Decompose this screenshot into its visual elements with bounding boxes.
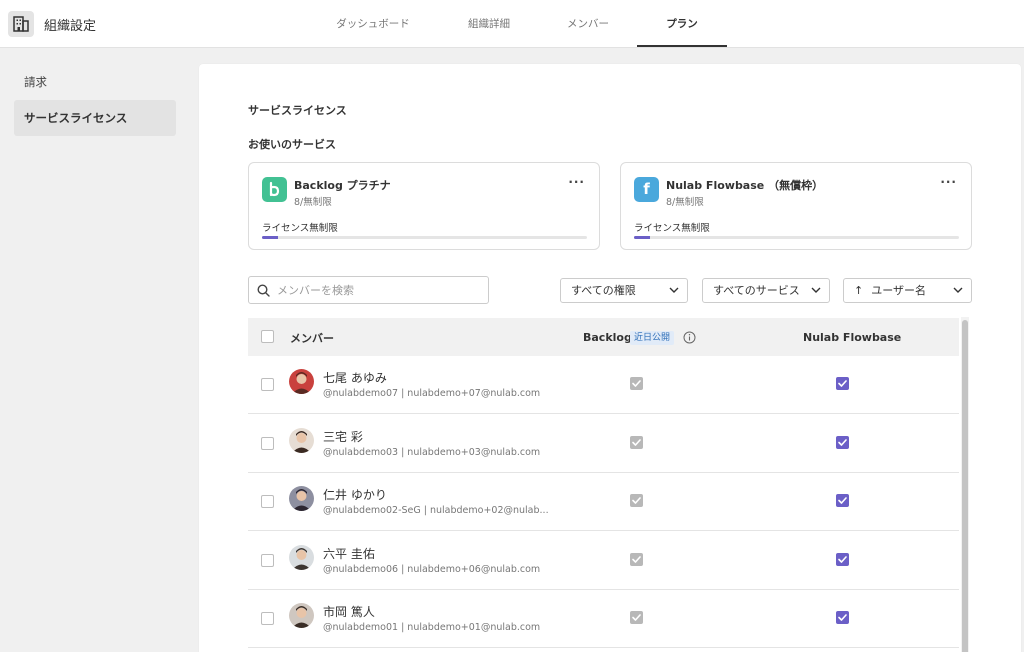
more-options-icon[interactable]: ···: [940, 175, 957, 189]
service-seat-count: 8/無制限: [294, 197, 332, 208]
member-name: 仁井 ゆかり: [323, 488, 387, 502]
sort-value: ユーザー名: [871, 284, 926, 297]
avatar: [289, 486, 314, 511]
member-id-email: @nulabdemo06 | nulabdemo+06@nulab.com: [323, 563, 541, 575]
section-title: サービスライセンス: [248, 104, 347, 117]
flowbase-license-checkbox[interactable]: [836, 435, 849, 449]
table-row: 仁井 ゆかり @nulabdemo02-SeG | nulabdemo+02@nu…: [248, 473, 959, 531]
member-name: 三宅 彩: [323, 429, 363, 444]
backlog-license-checkbox[interactable]: [630, 552, 643, 566]
row-select-checkbox[interactable]: [261, 553, 274, 567]
search-icon: [257, 284, 270, 297]
license-usage-bar: [634, 236, 959, 239]
table-row: 三宅 彩 @nulabdemo03 | nulabdemo+03@nulab.co…: [248, 414, 959, 473]
column-header-backlog: Backlog: [583, 331, 632, 344]
sort-ascending-icon: ↑: [854, 284, 864, 297]
backlog-license-checkbox[interactable]: [630, 611, 643, 624]
avatar: [289, 427, 314, 453]
service-card-backlog: Backlog プラチナ 8/無制限 ··· ライセンス無制限: [248, 162, 600, 250]
flowbase-logo-icon: f: [634, 177, 659, 202]
avatar: [289, 369, 314, 394]
services-title: お使いのサービス: [248, 138, 336, 151]
top-header: 組織設定 ダッシュボード 組織詳細 メンバー プラン: [0, 0, 1024, 48]
license-label: ライセンス無制限: [262, 223, 338, 234]
member-name: 市岡 篤人: [323, 605, 375, 619]
member-name: 七尾 あゆみ: [323, 371, 387, 385]
backlog-license-checkbox[interactable]: [630, 377, 643, 390]
license-usage-fill: [262, 236, 279, 239]
avatar: [289, 544, 314, 570]
member-id-email: @nulabdemo02-SeG | nulabdemo+02@nulab...: [323, 505, 549, 516]
tab-dashboard[interactable]: ダッシュボード: [336, 16, 410, 31]
building-icon: [8, 11, 34, 37]
page-title: 組織設定: [44, 19, 97, 34]
row-select-checkbox[interactable]: [261, 436, 274, 450]
backlog-license-checkbox[interactable]: [630, 494, 643, 507]
chevron-down-icon: [669, 287, 679, 293]
row-select-checkbox[interactable]: [261, 495, 274, 508]
service-name: Nulab Flowbase （無償枠）: [666, 179, 824, 192]
row-select-checkbox[interactable]: [261, 612, 274, 625]
active-tab-indicator: [637, 45, 727, 47]
service-seat-count: 8/無制限: [666, 197, 704, 208]
search-input[interactable]: [277, 281, 482, 299]
row-select-checkbox[interactable]: [261, 378, 274, 391]
flowbase-license-checkbox[interactable]: [836, 377, 849, 390]
member-name: 六平 圭佑: [323, 546, 375, 561]
sidebar-item-service-license[interactable]: サービスライセンス: [14, 100, 176, 136]
license-usage-bar: [262, 236, 587, 239]
info-icon[interactable]: [683, 331, 696, 344]
table-row: 市岡 篤人 @nulabdemo01 | nulabdemo+01@nulab.c…: [248, 590, 959, 648]
coming-soon-badge: 近日公開: [630, 331, 675, 345]
table-row: 七尾 あゆみ @nulabdemo07 | nulabdemo+07@nulab.…: [248, 356, 959, 414]
tab-org-details[interactable]: 組織詳細: [466, 16, 512, 31]
column-header-member: メンバー: [290, 332, 334, 345]
tab-plan[interactable]: プラン: [637, 16, 727, 31]
license-usage-fill: [634, 236, 651, 239]
member-search[interactable]: [248, 276, 489, 304]
role-filter-dropdown[interactable]: すべての権限: [560, 278, 688, 303]
chevron-down-icon: [811, 287, 821, 293]
avatar: [289, 603, 314, 628]
license-label: ライセンス無制限: [634, 223, 710, 234]
sidebar-item-billing[interactable]: 請求: [14, 64, 176, 100]
table-row: 六平 圭佑 @nulabdemo06 | nulabdemo+06@nulab.c…: [248, 531, 959, 590]
sort-dropdown[interactable]: ↑ ユーザー名: [843, 278, 972, 303]
member-id-email: @nulabdemo03 | nulabdemo+03@nulab.com: [323, 446, 541, 458]
scrollbar-thumb[interactable]: [962, 320, 968, 652]
table-header: メンバー Backlog 近日公開 Nulab Flowbase: [248, 318, 959, 356]
select-all-checkbox[interactable]: [261, 330, 274, 343]
flowbase-license-checkbox[interactable]: [836, 494, 849, 507]
role-filter-value: すべての権限: [571, 284, 636, 297]
service-card-flowbase: f Nulab Flowbase （無償枠） 8/無制限 ··· ライセンス無制…: [620, 162, 972, 250]
more-options-icon[interactable]: ···: [568, 175, 585, 189]
service-name: Backlog プラチナ: [294, 179, 391, 192]
column-header-flowbase: Nulab Flowbase: [803, 331, 902, 344]
tab-members[interactable]: メンバー: [566, 16, 610, 31]
member-id-email: @nulabdemo07 | nulabdemo+07@nulab.com: [323, 388, 541, 399]
chevron-down-icon: [953, 287, 963, 293]
service-filter-dropdown[interactable]: すべてのサービス: [702, 278, 830, 303]
service-filter-value: すべてのサービス: [713, 284, 800, 297]
flowbase-license-checkbox[interactable]: [836, 611, 849, 624]
flowbase-license-checkbox[interactable]: [836, 552, 849, 566]
backlog-logo-icon: [262, 177, 287, 202]
member-id-email: @nulabdemo01 | nulabdemo+01@nulab.com: [323, 622, 541, 633]
backlog-license-checkbox[interactable]: [630, 435, 643, 449]
